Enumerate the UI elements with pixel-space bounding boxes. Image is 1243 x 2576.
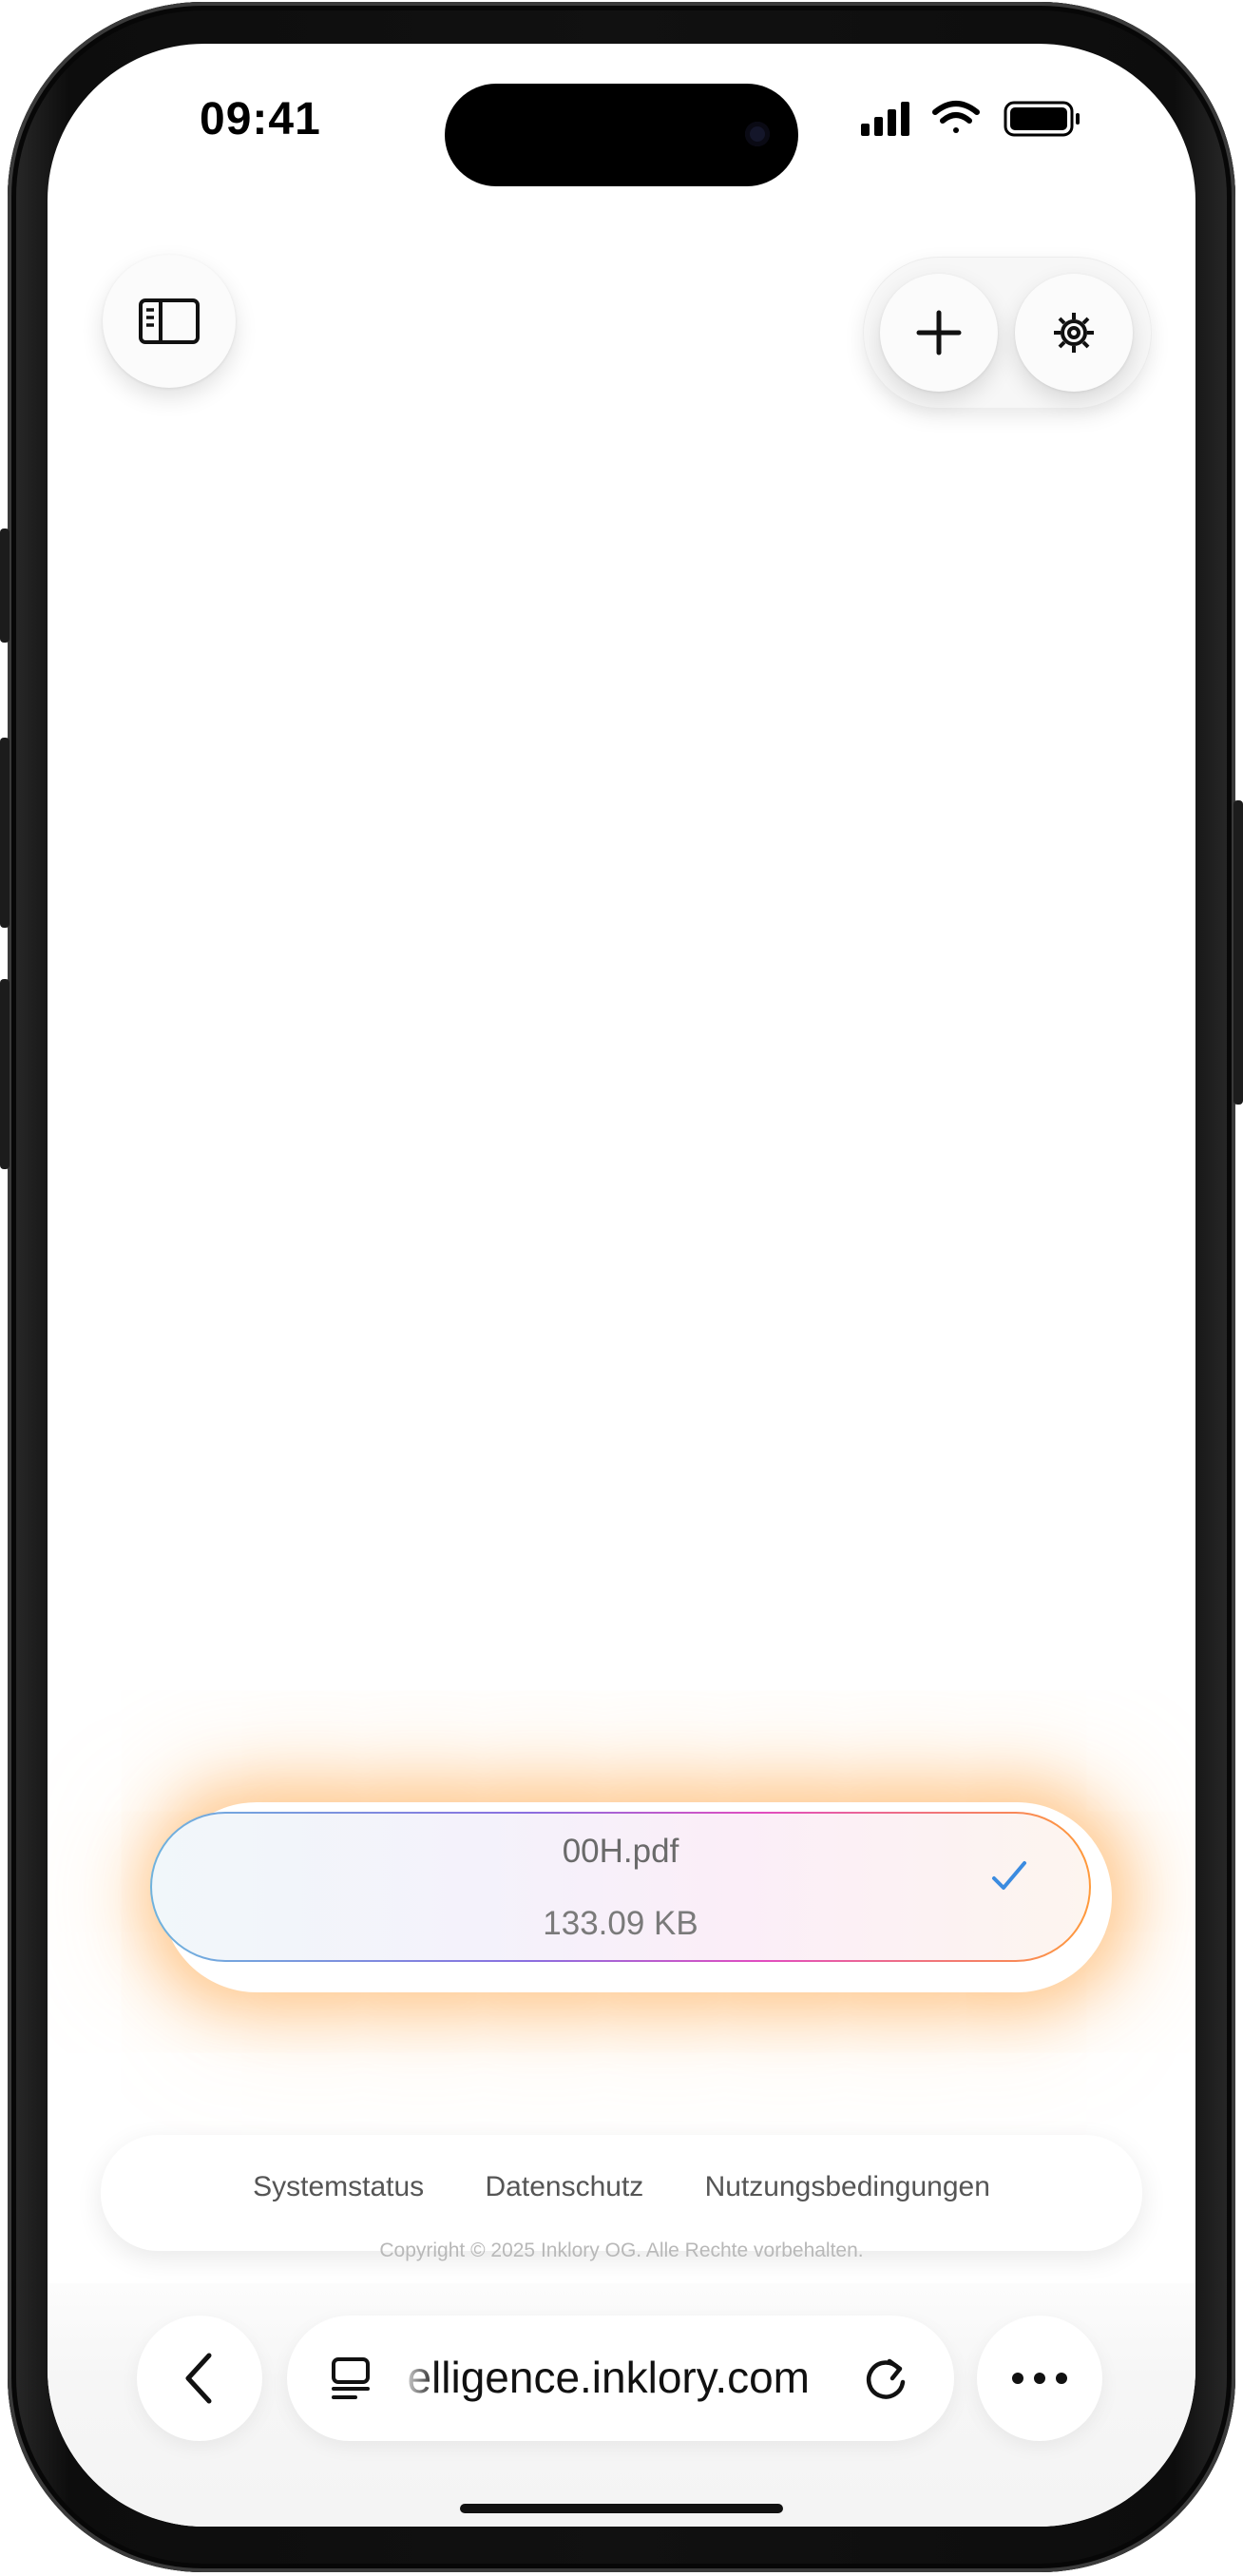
status-icons [861,101,1080,137]
footer-links-bar: Systemstatus Datenschutz Nutzungsbedingu… [101,2135,1142,2251]
file-card-body: 00H.pdf 133.09 KB [152,1814,1089,1960]
sidebar-icon [139,298,200,344]
chevron-left-icon [185,2353,212,2404]
reload-icon[interactable] [861,2354,910,2403]
camera-lens [745,122,770,146]
file-name: 00H.pdf [562,1833,679,1870]
url-fade [399,2344,437,2411]
footer-links: Systemstatus Datenschutz Nutzungsbedingu… [101,2171,1142,2203]
link-systemstatus[interactable]: Systemstatus [253,2171,424,2202]
url-value: elligence.inklory.com [407,2353,810,2402]
home-indicator [460,2504,783,2513]
ellipsis-icon [1012,2373,1067,2384]
sidebar-toggle-button[interactable] [103,255,236,388]
file-card[interactable]: 00H.pdf 133.09 KB [150,1812,1091,1962]
address-bar[interactable]: elligence.inklory.com [287,2316,954,2441]
link-datenschutz[interactable]: Datenschutz [486,2171,644,2202]
back-button[interactable] [137,2316,262,2441]
volume-down-button [0,979,10,1169]
screen: 09:41 00H.pdf 133.09 KB Systemstatus Dat… [48,44,1195,2527]
dynamic-island [445,84,798,186]
settings-button[interactable] [1015,274,1133,392]
status-time: 09:41 [200,94,321,144]
action-button [0,529,10,643]
gear-icon [1054,313,1094,353]
power-button [1233,800,1243,1105]
battery-icon [1004,101,1080,137]
signal-icon [861,102,909,136]
new-chat-button[interactable] [880,274,998,392]
link-nutzungsbedingungen[interactable]: Nutzungsbedingungen [705,2171,990,2202]
tabs-icon[interactable] [329,2355,374,2401]
volume-up-button [0,738,10,928]
more-button[interactable] [977,2316,1102,2441]
checkmark-icon [992,1861,1026,1890]
url-text[interactable]: elligence.inklory.com [401,2352,810,2403]
wifi-icon [932,101,980,133]
plus-icon [916,310,962,356]
file-size: 133.09 KB [543,1905,698,1942]
copyright-text: Copyright © 2025 Inklory OG. Alle Rechte… [379,2240,864,2261]
